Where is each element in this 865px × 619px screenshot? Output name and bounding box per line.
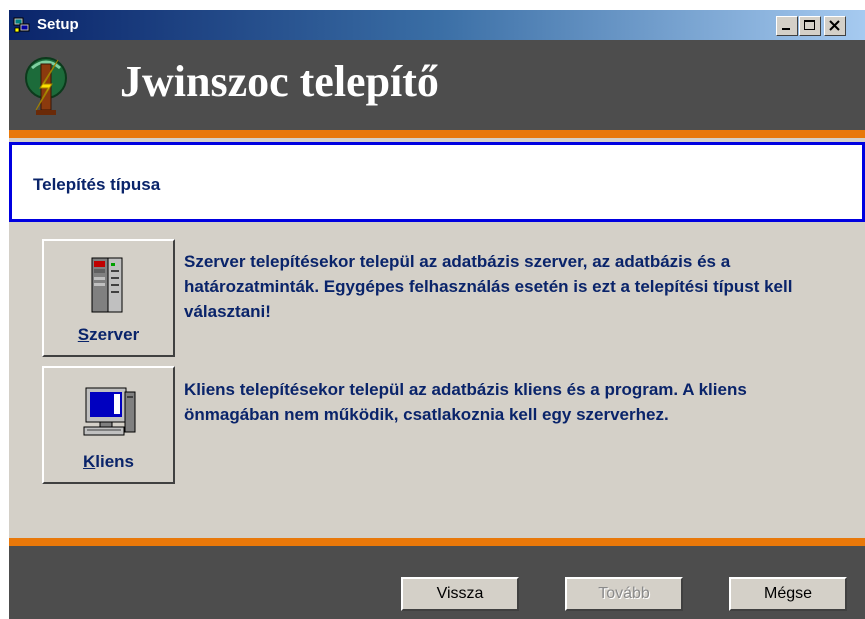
minimize-button[interactable]	[776, 16, 798, 36]
client-install-button[interactable]: Kliens	[42, 366, 175, 484]
server-label-rest: zerver	[89, 325, 140, 344]
maximize-icon	[804, 20, 815, 30]
minimize-icon	[782, 28, 790, 30]
cancel-button[interactable]: Mégse	[729, 577, 847, 611]
computer-icon	[78, 382, 138, 442]
setup-window: Setup Jwinszoc telepítő Telepítés típusa	[9, 10, 865, 619]
jwinszoc-logo-icon	[22, 54, 70, 116]
section-header: Telepítés típusa	[9, 142, 865, 222]
next-button[interactable]: Tovább	[565, 577, 683, 611]
header-banner: Jwinszoc telepítő	[9, 40, 865, 130]
back-button[interactable]: Vissza	[401, 577, 519, 611]
server-description: Szerver telepítésekor települ az adatbáz…	[184, 252, 793, 321]
close-icon	[829, 20, 840, 31]
setup-app-icon	[13, 16, 31, 34]
client-button-label: Kliens	[44, 452, 173, 472]
server-install-button[interactable]: Szerver	[42, 239, 175, 357]
orange-divider-top	[9, 130, 865, 138]
section-title: Telepítés típusa	[33, 175, 161, 194]
window-title: Setup	[37, 16, 79, 33]
maximize-button[interactable]	[799, 16, 821, 36]
server-icon	[78, 255, 138, 315]
server-mnemonic: S	[77, 325, 90, 344]
installer-title: Jwinszoc telepítő	[120, 57, 439, 106]
client-mnemonic: K	[82, 452, 96, 471]
client-description: Kliens telepítésekor települ az adatbázi…	[184, 380, 747, 424]
server-button-label: Szerver	[44, 325, 173, 345]
orange-divider-bottom	[9, 538, 865, 546]
client-label-rest: liens	[95, 452, 135, 471]
title-bar[interactable]: Setup	[9, 10, 865, 40]
footer-bar: Vissza Tovább Mégse	[9, 546, 865, 619]
close-button[interactable]	[824, 16, 846, 36]
